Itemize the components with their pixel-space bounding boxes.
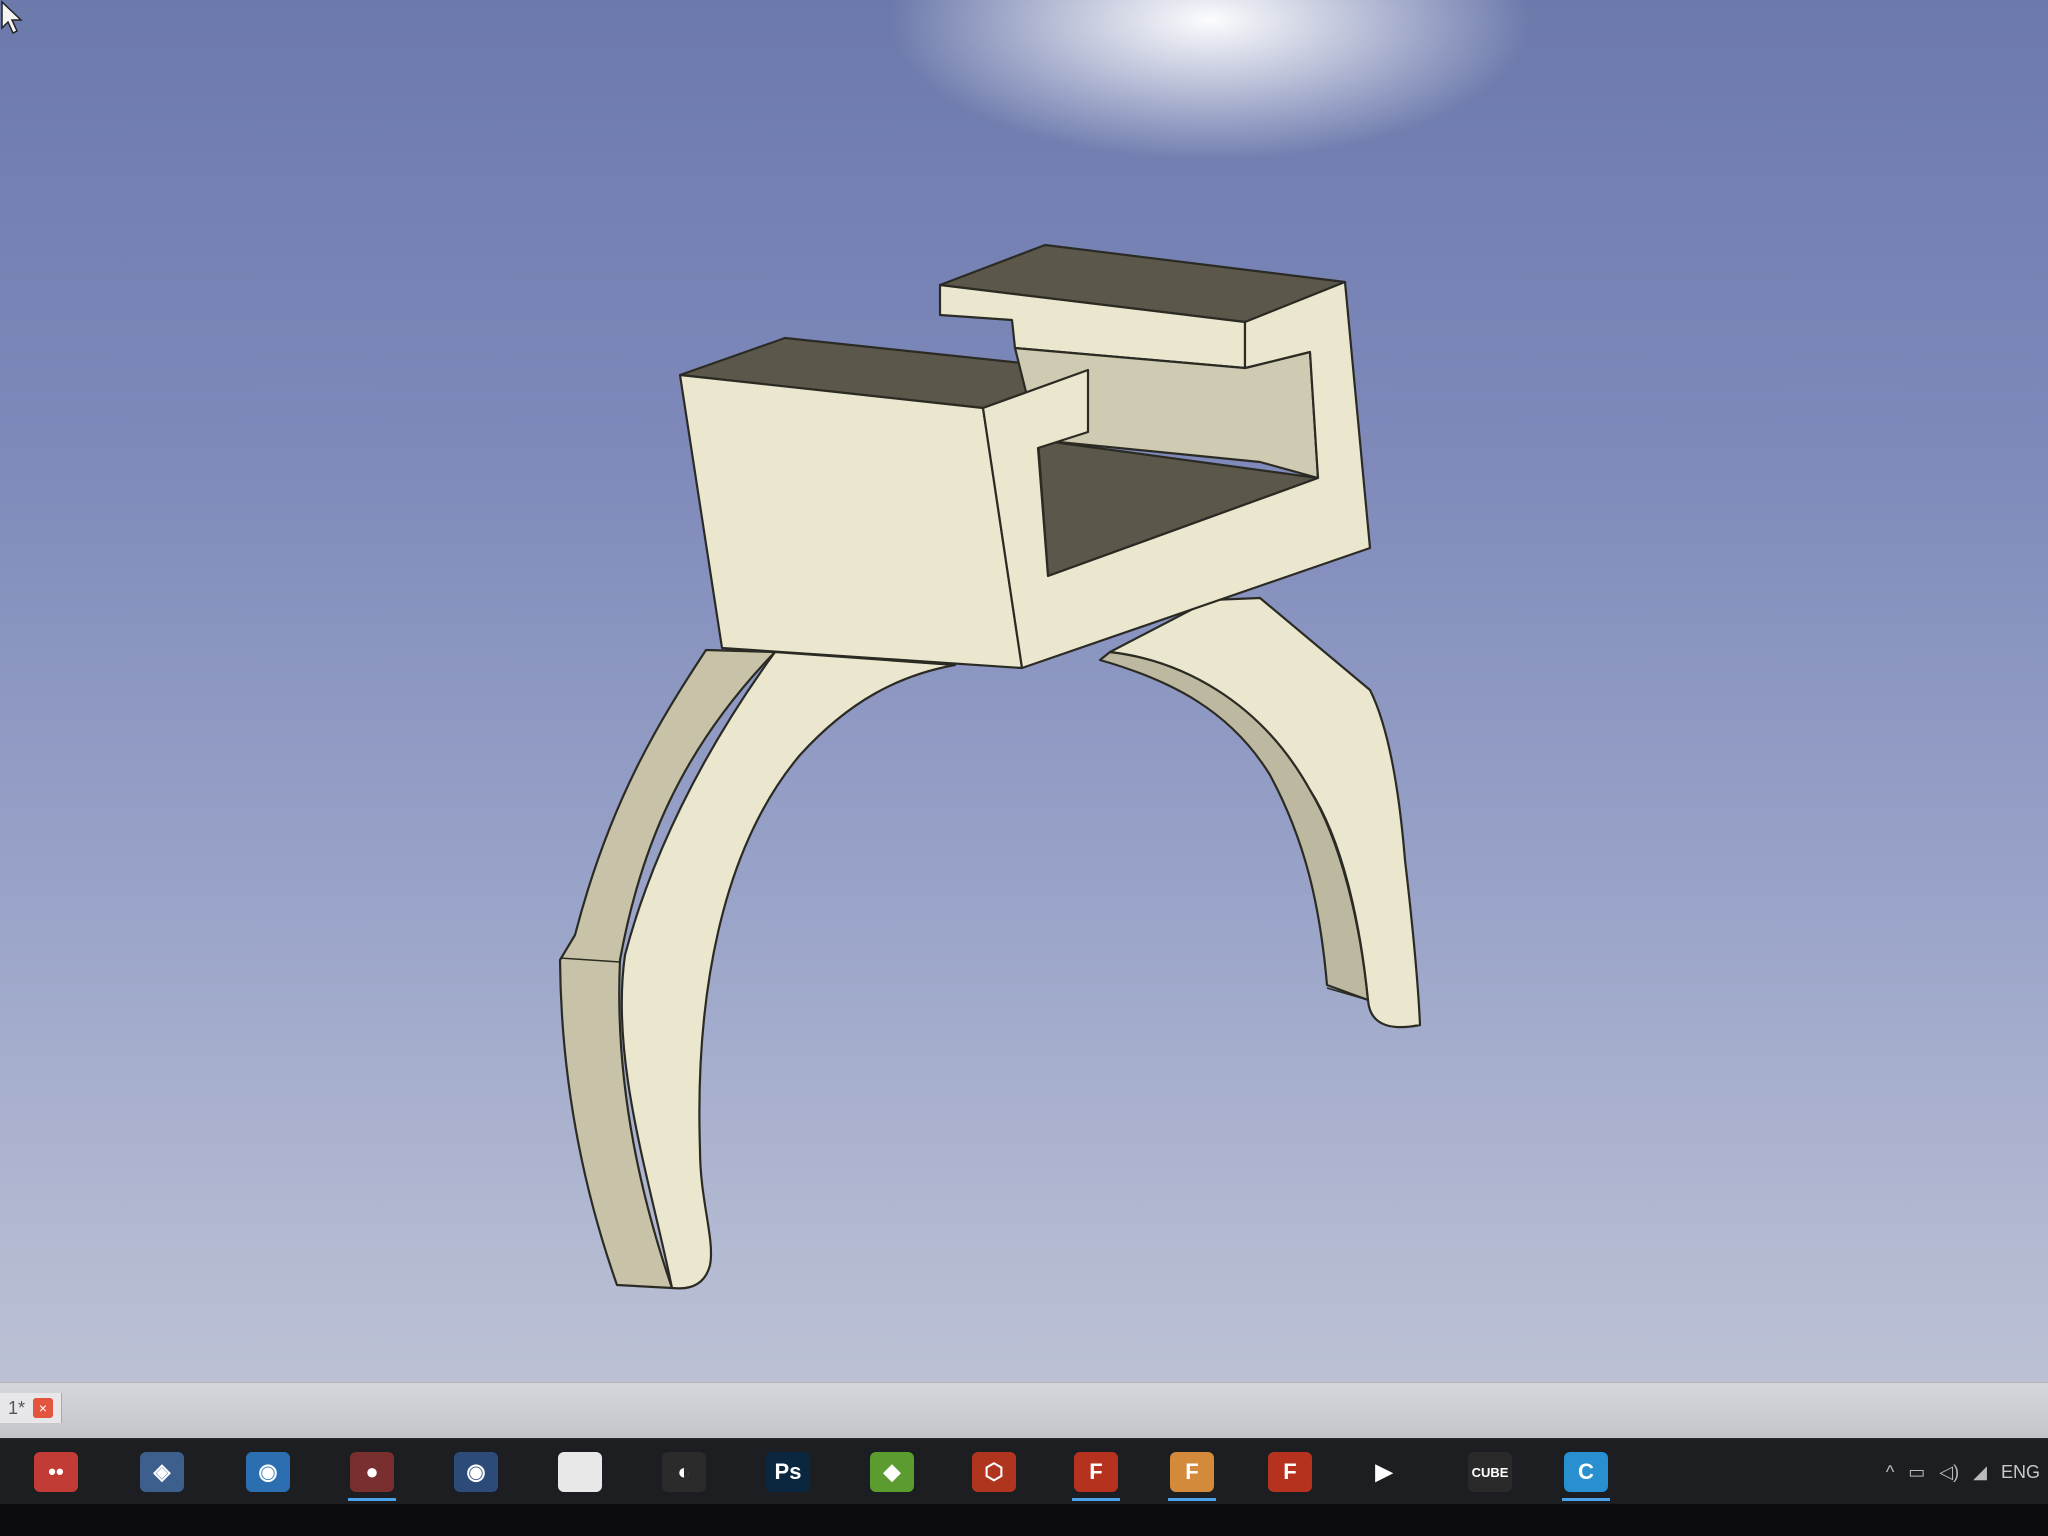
taskbar-item-cube-app[interactable]: ◈ bbox=[132, 1447, 192, 1497]
left-block-front-face bbox=[678, 373, 1024, 670]
taskbar-item-freecad-app-1[interactable]: F bbox=[1066, 1447, 1126, 1501]
taskbar-item-red-face-app[interactable]: •• bbox=[26, 1447, 86, 1497]
mouse-cursor-icon bbox=[1, 0, 23, 35]
taskbar-item-disc-app[interactable]: ◉ bbox=[446, 1447, 506, 1497]
cube-logo-app-icon: CUBE bbox=[1468, 1452, 1512, 1492]
volume-icon[interactable]: ◁) bbox=[1939, 1462, 1959, 1483]
monitor-bezel bbox=[0, 1504, 2048, 1536]
network-icon[interactable]: ◢ bbox=[1973, 1462, 1987, 1483]
3d-viewport[interactable] bbox=[0, 0, 2048, 1400]
bluestacks-app-icon: ◆ bbox=[870, 1452, 914, 1492]
cube-app-icon: ◈ bbox=[140, 1452, 184, 1492]
document-tab-bar: 1* × bbox=[0, 1382, 2048, 1439]
language-indicator[interactable]: ENG bbox=[2001, 1462, 2040, 1483]
file-app-icon bbox=[558, 1452, 602, 1492]
red-box-app-icon: ⬡ bbox=[972, 1452, 1016, 1492]
taskbar-item-webcam-app[interactable]: ◉ bbox=[238, 1447, 298, 1497]
document-tab[interactable]: 1* × bbox=[0, 1393, 63, 1423]
camera-app-icon: ● bbox=[350, 1452, 394, 1492]
freecad-app-1-icon: F bbox=[1074, 1452, 1118, 1492]
taskbar-item-fusion-app[interactable]: F bbox=[1162, 1447, 1222, 1501]
taskbar-item-media-player-app[interactable]: ▶ bbox=[1354, 1447, 1414, 1497]
webcam-app-icon: ◉ bbox=[246, 1452, 290, 1492]
taskbar-item-camera-app[interactable]: ● bbox=[342, 1447, 402, 1501]
fusion-app-icon: F bbox=[1170, 1452, 1214, 1492]
red-face-app-icon: •• bbox=[34, 1452, 78, 1492]
obs-app-icon: ◐ bbox=[662, 1452, 706, 1492]
right-arm-front-face bbox=[1108, 596, 1422, 1029]
freecad-app-2-icon: F bbox=[1268, 1452, 1312, 1492]
monitor-screen: 1* × •• ◈ ◉ ● ◉ ◐ Ps ◆ ⬡ F F F ▶ CUBE C ^ ▭ ◁) ◢ ENG bbox=[0, 0, 2048, 1536]
taskbar: •• ◈ ◉ ● ◉ ◐ Ps ◆ ⬡ F F F ▶ CUBE C ^ ▭ ◁) ◢ ENG bbox=[0, 1438, 2048, 1505]
taskbar-item-file-app[interactable] bbox=[550, 1447, 610, 1497]
document-tab-label: 1* bbox=[8, 1397, 26, 1418]
photoshop-app-icon: Ps bbox=[766, 1452, 810, 1492]
taskbar-item-obs-app[interactable]: ◐ bbox=[654, 1447, 714, 1497]
taskbar-item-red-box-app[interactable]: ⬡ bbox=[964, 1447, 1024, 1497]
cura-app-icon: C bbox=[1564, 1452, 1608, 1492]
close-icon[interactable]: × bbox=[33, 1398, 54, 1418]
taskbar-item-cura-app[interactable]: C bbox=[1556, 1447, 1616, 1501]
tray-chevron-icon[interactable]: ^ bbox=[1886, 1462, 1894, 1483]
shift-fork-model bbox=[558, 243, 1422, 1290]
taskbar-item-photoshop-app[interactable]: Ps bbox=[758, 1447, 818, 1497]
media-player-app-icon: ▶ bbox=[1362, 1452, 1406, 1492]
system-tray: ^ ▭ ◁) ◢ ENG bbox=[1886, 1439, 2040, 1505]
disc-app-icon: ◉ bbox=[454, 1452, 498, 1492]
taskbar-item-cube-logo-app[interactable]: CUBE bbox=[1460, 1447, 1520, 1497]
taskbar-item-bluestacks-app[interactable]: ◆ bbox=[862, 1447, 922, 1497]
battery-icon[interactable]: ▭ bbox=[1908, 1462, 1925, 1483]
taskbar-item-freecad-app-2[interactable]: F bbox=[1260, 1447, 1320, 1497]
